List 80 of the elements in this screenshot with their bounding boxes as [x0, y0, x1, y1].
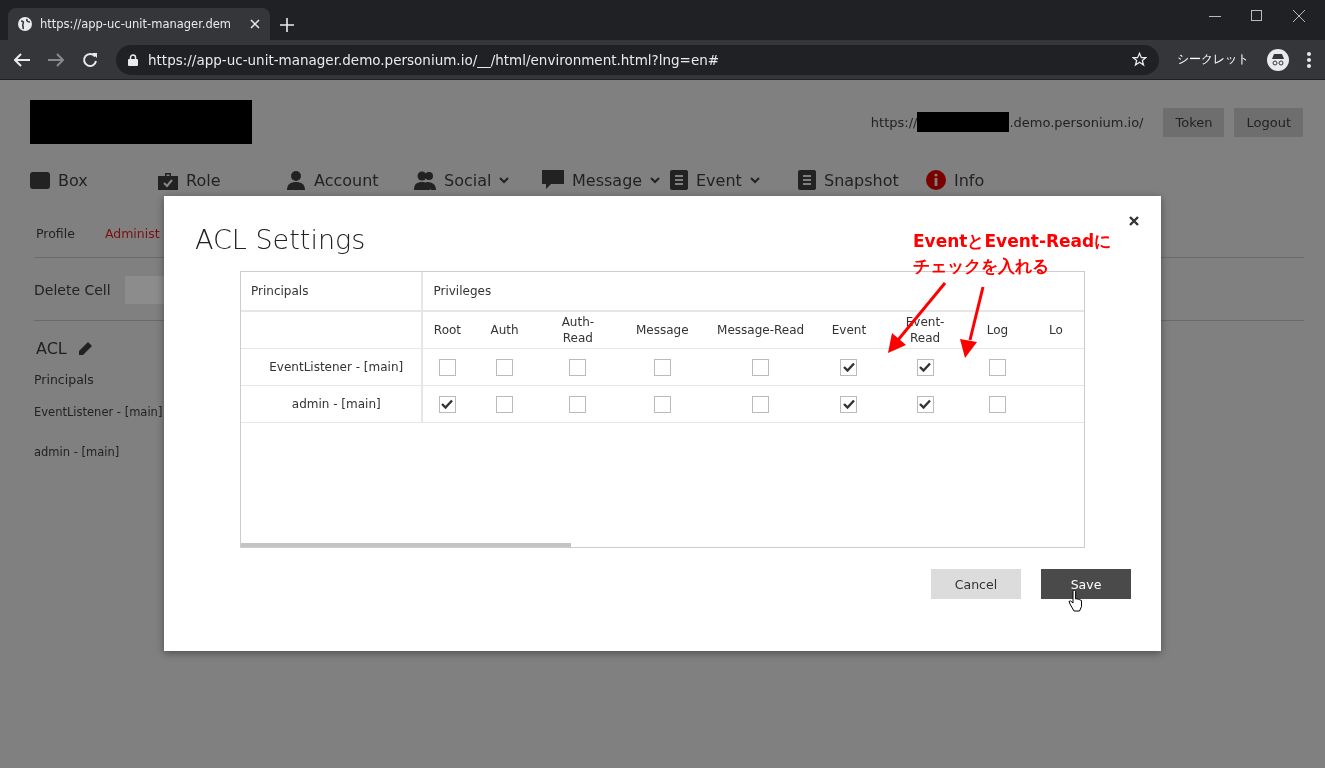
checkbox[interactable]: [653, 358, 671, 376]
incognito-label: シークレット: [1177, 51, 1249, 68]
checkbox[interactable]: [840, 358, 858, 376]
table-cell: admin - [main]: [241, 385, 423, 423]
cell-url-prefix: https://: [870, 114, 918, 130]
lock-icon: [128, 53, 138, 66]
box-icon: [30, 171, 50, 189]
checkbox[interactable]: [569, 358, 587, 376]
person-icon: [286, 170, 306, 190]
nav-item[interactable]: Role: [158, 170, 286, 190]
cell-url-suffix: .demo.personium.io/: [1009, 114, 1144, 130]
principal-item: admin - [main]: [33, 445, 121, 459]
sub-tab[interactable]: Administ: [104, 226, 160, 241]
checkbox[interactable]: [752, 395, 770, 413]
checkbox[interactable]: [988, 395, 1006, 413]
checkbox[interactable]: [840, 395, 858, 413]
header-button[interactable]: Token: [1163, 107, 1225, 137]
browser-tab[interactable]: https://app-uc-unit-manager.dem: [8, 8, 270, 40]
checkbox[interactable]: [438, 358, 456, 376]
checkbox[interactable]: [496, 358, 514, 376]
checkbox[interactable]: [569, 395, 587, 413]
delete-cell-label: Delete Cell: [34, 282, 111, 298]
column-header: Principals: [241, 272, 423, 311]
list-icon: [798, 170, 816, 190]
star-icon[interactable]: [1132, 52, 1147, 67]
globe-icon: [18, 17, 32, 31]
column-header: Message-Read: [717, 322, 805, 337]
column-header: Auth- Read: [561, 314, 595, 345]
principal-item: EventListener - [main]: [33, 405, 164, 419]
back-arrow-icon[interactable]: [14, 52, 30, 67]
nav-item[interactable]: Account: [286, 170, 414, 190]
nav-item[interactable]: Box: [30, 170, 158, 190]
checkbox[interactable]: [916, 395, 934, 413]
nav-item[interactable]: Message: [542, 170, 670, 190]
cancel-button[interactable]: Cancel: [931, 569, 1021, 599]
more-menu-icon[interactable]: [1307, 51, 1311, 68]
hand-cursor-icon: [1068, 590, 1084, 612]
column-header: Auth: [490, 322, 519, 337]
address-bar[interactable]: https://app-uc-unit-manager.demo.personium.io/__/html/environment.html?lng=en#: [116, 44, 1159, 75]
column-header: Message: [636, 322, 689, 337]
annotation-arrow: [960, 286, 985, 358]
dialog-title: ACL Settings: [195, 224, 366, 255]
save-button[interactable]: Save: [1041, 569, 1131, 599]
checkbox[interactable]: [653, 395, 671, 413]
people-icon: [414, 170, 436, 190]
maximize-icon[interactable]: [1251, 10, 1263, 22]
list-icon: [670, 170, 688, 190]
pencil-icon[interactable]: [76, 340, 93, 357]
checkbox[interactable]: [916, 358, 934, 376]
checkbox[interactable]: [438, 395, 456, 413]
checkbox[interactable]: [752, 358, 770, 376]
principals-label: Principals: [33, 372, 95, 387]
briefcase-check-icon: [158, 170, 178, 190]
nav-item[interactable]: Info: [926, 170, 1054, 190]
table-cell: EventListener - [main]: [241, 348, 423, 386]
column-header: Event: [831, 322, 867, 337]
close-icon[interactable]: [1129, 216, 1139, 226]
chevron-down-icon: [749, 176, 760, 184]
scrollbar[interactable]: [241, 543, 571, 547]
nav-item[interactable]: Snapshot: [798, 170, 926, 190]
acl-heading: ACL: [36, 339, 67, 358]
nav-item[interactable]: Event: [670, 170, 798, 190]
info-icon: [926, 170, 946, 190]
incognito-icon[interactable]: [1267, 48, 1289, 71]
chevron-down-icon: [499, 176, 510, 184]
annotation-arrow: [888, 282, 947, 353]
header-button[interactable]: Logout: [1234, 107, 1303, 137]
close-icon[interactable]: [1293, 10, 1305, 22]
checkbox[interactable]: [988, 358, 1006, 376]
chevron-down-icon: [650, 176, 661, 184]
new-tab-icon[interactable]: [280, 18, 294, 32]
reload-icon[interactable]: [82, 51, 98, 68]
column-header: Log: [986, 322, 1009, 337]
sub-tab[interactable]: Profile: [36, 226, 75, 241]
forward-arrow-icon[interactable]: [48, 52, 64, 67]
column-header: Root: [433, 322, 462, 337]
checkbox[interactable]: [496, 395, 514, 413]
column-header: Lo: [1049, 322, 1063, 337]
speech-bubble-icon: [542, 170, 564, 190]
nav-item[interactable]: Social: [414, 170, 542, 190]
